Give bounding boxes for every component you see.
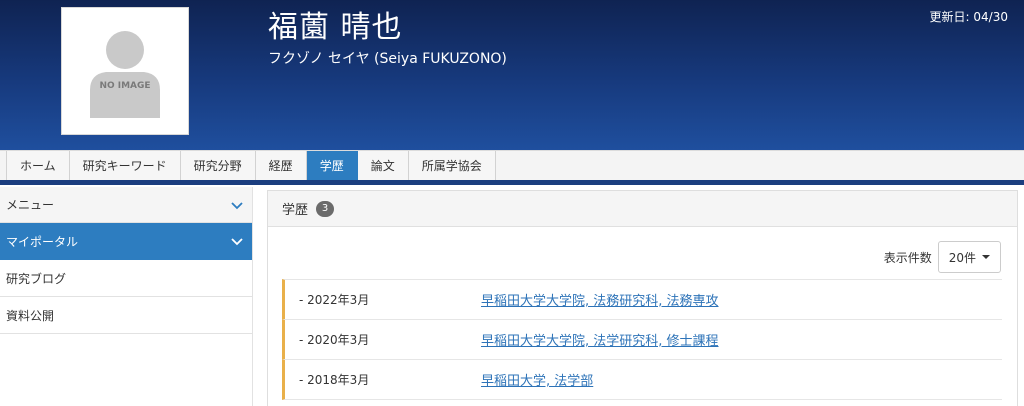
caret-down-icon — [982, 255, 990, 259]
chevron-down-icon — [231, 238, 243, 246]
education-institution-link[interactable]: 早稲田大学大学院, 法学研究科, 修士課程 — [481, 330, 719, 349]
profile-header: NO IMAGE 福薗 晴也 フクゾノ セイヤ (Seiya FUKUZONO)… — [0, 0, 1024, 150]
profile-name: 福薗 晴也 — [268, 10, 403, 45]
profile-name-kana: フクゾノ セイヤ (Seiya FUKUZONO) — [268, 51, 507, 67]
tab-home[interactable]: ホーム — [6, 151, 70, 180]
display-count-select[interactable]: 20件 — [937, 241, 1001, 273]
display-count: 表示件数 20件 — [884, 241, 1001, 273]
sidebar-item-my-portal[interactable]: マイポータル — [0, 223, 252, 260]
education-institution-link[interactable]: 早稲田大学, 法学部 — [481, 370, 593, 389]
sidebar-menu-toggle[interactable]: メニュー — [0, 187, 252, 223]
list-item: - 2018年3月 早稲田大学, 法学部 — [282, 359, 1002, 400]
photo-placeholder-text: NO IMAGE — [99, 81, 151, 91]
tab-academic-societies[interactable]: 所属学協会 — [408, 151, 496, 180]
education-panel: 学歴 3 表示件数 20件 - 2022年3月 早稲田大学大学院, 法務研究科,… — [267, 190, 1018, 406]
sidebar-item-label: マイポータル — [6, 234, 79, 249]
tab-education[interactable]: 学歴 — [306, 151, 358, 180]
education-date: - 2020年3月 — [299, 333, 370, 347]
display-count-value: 20件 — [948, 250, 976, 265]
count-badge: 3 — [316, 200, 335, 217]
profile-photo: NO IMAGE — [61, 7, 189, 135]
tab-research-keywords[interactable]: 研究キーワード — [69, 151, 181, 180]
list-item: - 2020年3月 早稲田大学大学院, 法学研究科, 修士課程 — [282, 319, 1002, 359]
panel-title: 学歴 — [282, 203, 309, 218]
avatar-placeholder-icon — [90, 31, 160, 118]
sidebar-item-documents[interactable]: 資料公開 — [0, 297, 252, 334]
sidebar-menu-label: メニュー — [6, 198, 55, 212]
sidebar-item-label: 研究ブログ — [6, 271, 67, 286]
tab-papers[interactable]: 論文 — [357, 151, 409, 180]
tabbar-divider — [0, 180, 1024, 185]
sidebar-item-research-blog[interactable]: 研究ブログ — [0, 260, 252, 297]
education-institution-link[interactable]: 早稲田大学大学院, 法務研究科, 法務専攻 — [481, 290, 719, 309]
education-date: - 2022年3月 — [299, 293, 370, 307]
nav-tabs: ホーム 研究キーワード 研究分野 経歴 学歴 論文 所属学協会 — [0, 150, 1024, 180]
panel-header: 学歴 3 — [268, 191, 1017, 227]
education-list: - 2022年3月 早稲田大学大学院, 法務研究科, 法務専攻 - 2020年3… — [282, 279, 1002, 400]
list-item: - 2022年3月 早稲田大学大学院, 法務研究科, 法務専攻 — [282, 279, 1002, 319]
display-count-label: 表示件数 — [883, 250, 932, 265]
sidebar: メニュー マイポータル 研究ブログ 資料公開 — [0, 187, 253, 406]
tab-career[interactable]: 経歴 — [255, 151, 307, 180]
education-date: - 2018年3月 — [299, 373, 370, 387]
sidebar-item-label: 資料公開 — [6, 308, 55, 323]
chevron-down-icon — [231, 201, 243, 209]
tab-research-fields[interactable]: 研究分野 — [180, 151, 256, 180]
updated-date: 更新日: 04/30 — [929, 10, 1008, 24]
